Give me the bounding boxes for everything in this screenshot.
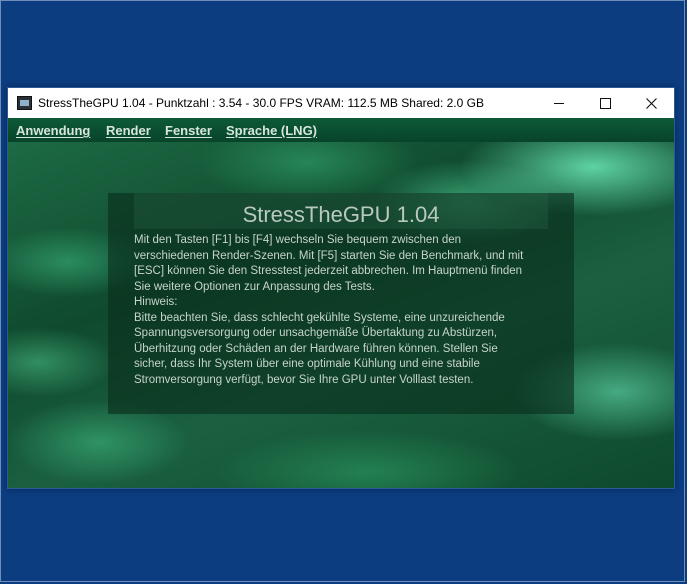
overlay-line: Bitte beachten Sie, dass schlecht gekühl… [134, 311, 505, 324]
overlay-line: Sie weitere Optionen zur Anpassung des T… [134, 280, 375, 293]
minimize-button[interactable] [536, 88, 582, 118]
overlay-line: Hinweis: [134, 296, 178, 308]
close-button[interactable] [628, 88, 674, 118]
overlay-line: Mit den Tasten [F1] bis [F4] wechseln Si… [134, 234, 462, 246]
title-bar[interactable]: StressTheGPU 1.04 - Punktzahl : 3.54 - 3… [8, 88, 674, 118]
overlay-line: verschiedenen Render-Szenen. Mit [F5] st… [134, 249, 524, 262]
app-icon[interactable] [17, 96, 32, 110]
info-overlay: StressTheGPU 1.04 Mit den Tasten [F1] bi… [108, 193, 574, 414]
minimize-icon [554, 102, 564, 104]
render-viewport[interactable]: StressTheGPU 1.04 Mit den Tasten [F1] bi… [8, 142, 674, 488]
overlay-text: Mit den Tasten [F1] bis [F4] wechseln Si… [134, 233, 544, 388]
app-window: StressTheGPU 1.04 - Punktzahl : 3.54 - 3… [7, 87, 675, 489]
maximize-icon [599, 97, 611, 109]
window-title: StressTheGPU 1.04 - Punktzahl : 3.54 - 3… [38, 96, 484, 110]
overlay-line: Spannungsversorgung oder unsachgemäße Üb… [134, 327, 498, 339]
menu-fenster[interactable]: Fenster [165, 123, 212, 138]
overlay-title: StressTheGPU 1.04 [242, 202, 440, 227]
close-icon [645, 97, 657, 109]
menu-bar: Anwendung Render Fenster Sprache (LNG) [8, 118, 674, 142]
menu-anwendung[interactable]: Anwendung [16, 123, 90, 138]
overlay-line: Überhitzung oder Schäden an der Hardware… [134, 342, 498, 355]
overlay-line: sicher, dass Ihr System über eine optima… [134, 358, 480, 370]
overlay-line: [ESC] können Sie den Stresstest jederzei… [134, 265, 523, 277]
overlay-line: Stromversorgung verfügt, bevor Sie Ihre … [134, 373, 474, 386]
menu-sprache[interactable]: Sprache (LNG) [226, 123, 317, 138]
maximize-button[interactable] [582, 88, 628, 118]
menu-render[interactable]: Render [106, 123, 151, 138]
